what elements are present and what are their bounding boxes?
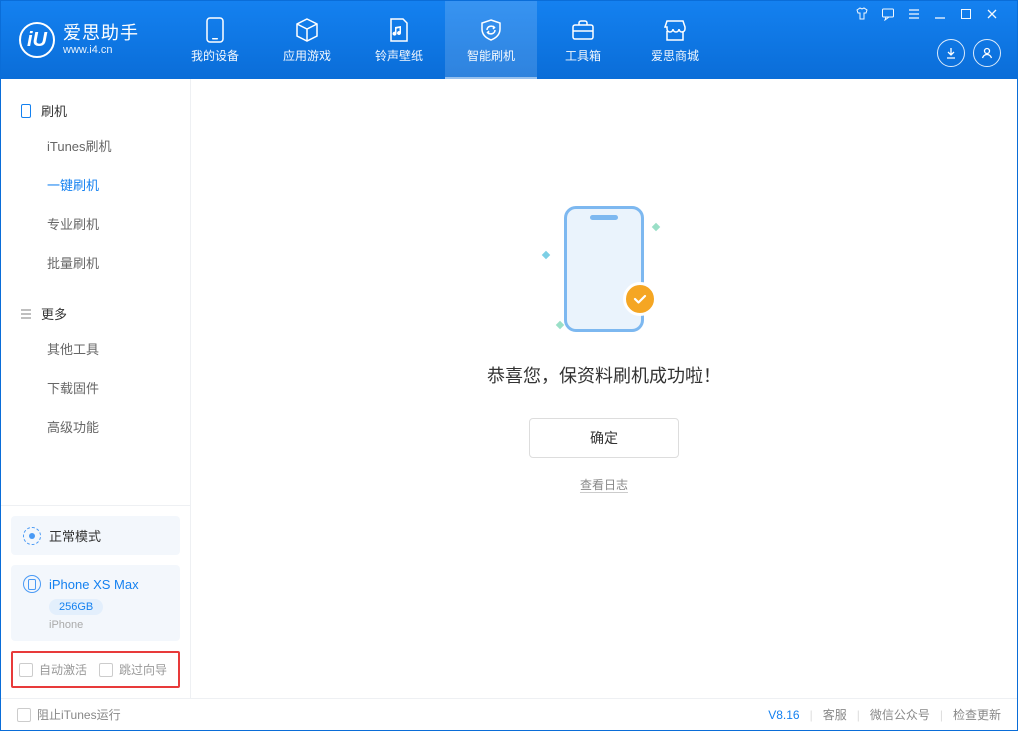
sidebar-item-other-tools[interactable]: 其他工具 bbox=[1, 329, 190, 368]
options-highlight-box: 自动激活 跳过向导 bbox=[11, 651, 180, 688]
device-name: iPhone XS Max bbox=[49, 577, 139, 592]
header-right bbox=[851, 1, 1005, 79]
sidebar-item-one-key-flash[interactable]: 一键刷机 bbox=[1, 165, 190, 204]
sidebar-item-batch-flash[interactable]: 批量刷机 bbox=[1, 243, 190, 282]
cube-icon bbox=[294, 17, 320, 43]
nav-toolbox[interactable]: 工具箱 bbox=[537, 1, 629, 79]
brand-block: iU 爱思助手 www.i4.cn bbox=[1, 22, 157, 58]
app-header: iU 爱思助手 www.i4.cn 我的设备 应用游戏 铃声壁纸 智能刷机 bbox=[1, 1, 1017, 79]
checkbox-icon bbox=[17, 708, 31, 722]
support-link[interactable]: 客服 bbox=[823, 706, 847, 723]
status-bar: 阻止iTunes运行 V8.16 | 客服 | 微信公众号 | 检查更新 bbox=[1, 698, 1017, 730]
brand-subtitle: www.i4.cn bbox=[63, 44, 139, 57]
device-type: iPhone bbox=[49, 619, 168, 631]
user-button-icon[interactable] bbox=[973, 39, 1001, 67]
sidebar-group-more: 更多 bbox=[1, 296, 190, 329]
refresh-shield-icon bbox=[478, 17, 504, 43]
maximize-icon[interactable] bbox=[959, 7, 975, 21]
check-update-link[interactable]: 检查更新 bbox=[953, 706, 1001, 723]
top-nav: 我的设备 应用游戏 铃声壁纸 智能刷机 工具箱 爱思商城 bbox=[169, 1, 721, 79]
window-controls bbox=[851, 1, 1005, 27]
minimize-icon[interactable] bbox=[933, 7, 949, 21]
checkbox-auto-activate[interactable]: 自动激活 bbox=[19, 661, 87, 678]
checkbox-icon bbox=[99, 663, 113, 677]
sparkle-icon bbox=[652, 223, 660, 231]
phone-small-icon bbox=[19, 104, 33, 118]
sidebar: 刷机 iTunes刷机 一键刷机 专业刷机 批量刷机 更多 其他工具 下载固件 … bbox=[1, 79, 191, 698]
checkbox-skip-wizard[interactable]: 跳过向导 bbox=[99, 661, 167, 678]
app-window: iU 爱思助手 www.i4.cn 我的设备 应用游戏 铃声壁纸 智能刷机 bbox=[0, 0, 1018, 731]
checkbox-icon bbox=[19, 663, 33, 677]
menu-icon[interactable] bbox=[907, 7, 923, 21]
sidebar-item-itunes-flash[interactable]: iTunes刷机 bbox=[1, 126, 190, 165]
download-button-icon[interactable] bbox=[937, 39, 965, 67]
sparkle-icon bbox=[556, 321, 564, 329]
main-content: 恭喜您，保资料刷机成功啦！ 确定 查看日志 bbox=[191, 79, 1017, 698]
body: 刷机 iTunes刷机 一键刷机 专业刷机 批量刷机 更多 其他工具 下载固件 … bbox=[1, 79, 1017, 698]
device-phone-icon bbox=[23, 575, 41, 593]
nav-store[interactable]: 爱思商城 bbox=[629, 1, 721, 79]
sidebar-item-pro-flash[interactable]: 专业刷机 bbox=[1, 204, 190, 243]
nav-ringtones[interactable]: 铃声壁纸 bbox=[353, 1, 445, 79]
nav-app-games[interactable]: 应用游戏 bbox=[261, 1, 353, 79]
nav-smart-flash[interactable]: 智能刷机 bbox=[445, 1, 537, 79]
version-label: V8.16 bbox=[768, 708, 799, 722]
success-illustration bbox=[539, 204, 669, 334]
feedback-icon[interactable] bbox=[881, 7, 897, 21]
check-badge-icon bbox=[623, 282, 657, 316]
mode-dot-icon bbox=[23, 527, 41, 545]
mode-indicator[interactable]: 正常模式 bbox=[11, 516, 180, 555]
toolbox-icon bbox=[570, 17, 596, 43]
phone-icon bbox=[202, 17, 228, 43]
checkbox-prevent-itunes[interactable]: 阻止iTunes运行 bbox=[17, 706, 121, 723]
ok-button[interactable]: 确定 bbox=[529, 418, 679, 458]
sparkle-icon bbox=[542, 251, 550, 259]
brand-logo-icon: iU bbox=[19, 22, 55, 58]
music-file-icon bbox=[386, 17, 412, 43]
store-icon bbox=[662, 17, 688, 43]
sidebar-item-advanced[interactable]: 高级功能 bbox=[1, 407, 190, 446]
device-storage-badge: 256GB bbox=[49, 599, 103, 615]
device-card[interactable]: iPhone XS Max 256GB iPhone bbox=[11, 565, 180, 641]
shirt-icon[interactable] bbox=[855, 7, 871, 21]
sidebar-item-download-fw[interactable]: 下载固件 bbox=[1, 368, 190, 407]
result-message: 恭喜您，保资料刷机成功啦！ bbox=[487, 362, 721, 388]
brand-title: 爱思助手 bbox=[63, 23, 139, 44]
wechat-link[interactable]: 微信公众号 bbox=[870, 706, 930, 723]
sidebar-group-flash: 刷机 bbox=[1, 93, 190, 126]
close-icon[interactable] bbox=[985, 7, 1001, 21]
nav-my-device[interactable]: 我的设备 bbox=[169, 1, 261, 79]
hamburger-small-icon bbox=[19, 307, 33, 321]
view-log-link[interactable]: 查看日志 bbox=[580, 476, 628, 493]
